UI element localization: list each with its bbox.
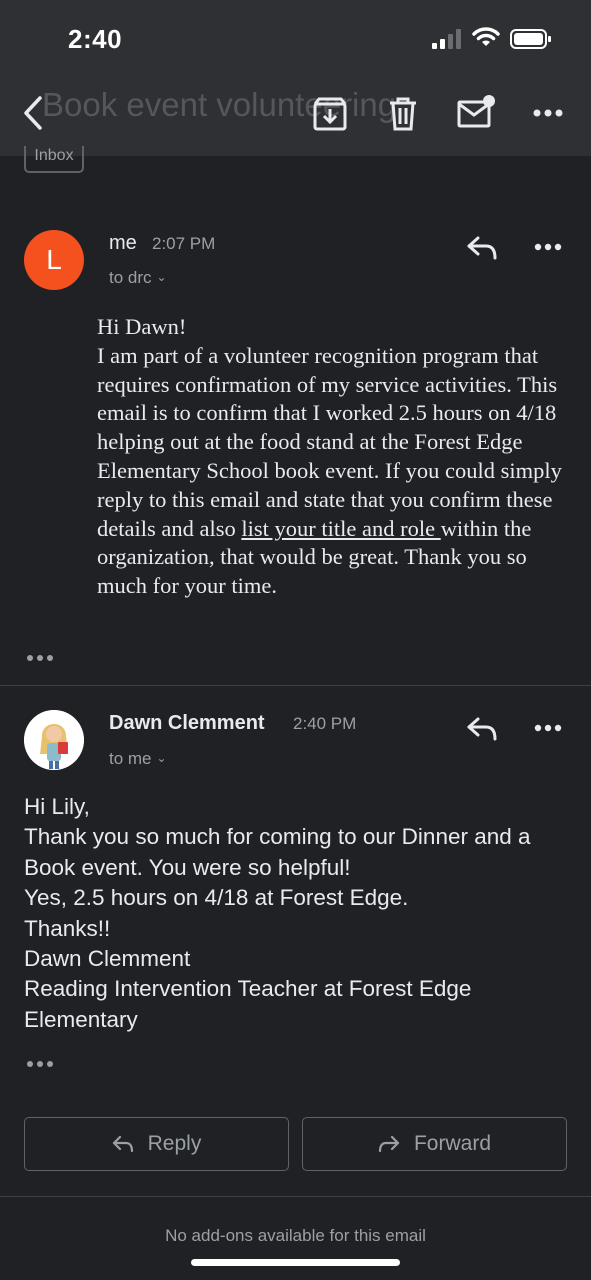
reply-icon[interactable] [466,235,498,261]
reply-label: Reply [147,1132,202,1155]
message-time: 2:07 PM [152,234,216,253]
message-body: Hi Lily, Thank you so much for coming to… [24,792,574,1035]
reply-icon[interactable] [466,716,498,742]
message-time: 2:40 PM [293,714,357,733]
archive-icon[interactable] [312,96,348,132]
signature-title: Reading Intervention Teacher at Forest E… [24,976,472,1032]
recipient-text: to drc [109,268,152,287]
addons-note: No add-ons available for this email [165,1226,426,1245]
body-paragraph: I am part of a volunteer recognition pro… [97,342,562,599]
show-trimmed-content-icon[interactable] [25,1059,55,1069]
forward-label: Forward [413,1132,492,1155]
mark-unread-icon[interactable] [456,94,496,130]
recipient-details[interactable]: to drc ⌄ [109,268,167,288]
inbox-label-chip[interactable]: Inbox [24,146,84,173]
chevron-down-icon: ⌄ [156,751,167,765]
more-options-icon[interactable] [534,242,562,252]
bitmoji-avatar-icon [24,710,84,770]
recipient-details[interactable]: to me ⌄ [109,749,167,769]
email-subject: Book event volunteering [42,86,397,123]
sender-name: me [109,232,137,254]
greeting: Hi Dawn! [97,314,187,339]
reply-icon [112,1135,133,1153]
more-options-icon[interactable] [532,106,564,120]
top-app-bar: 2:40 Book event volunteering [0,0,591,156]
chevron-down-icon: ⌄ [156,270,167,284]
home-indicator[interactable] [191,1259,400,1266]
trash-icon[interactable] [388,96,418,132]
body-line: Yes, 2.5 hours on 4/18 at Forest Edge. [24,885,409,911]
recipient-text: to me [109,749,152,768]
signature-name: Dawn Clemment [24,946,191,972]
reply-button[interactable]: Reply [24,1117,289,1171]
body-line: Thanks!! [24,915,111,941]
back-arrow-icon[interactable] [18,92,48,134]
body-line: Thank you so much for coming to our Dinn… [24,824,531,880]
avatar: L [24,230,84,290]
battery-icon [510,29,551,49]
body-line: Hi Lily, [24,794,90,819]
wifi-icon [472,27,500,46]
message-divider [0,685,591,686]
show-trimmed-content-icon[interactable] [25,653,55,663]
avatar [24,710,84,770]
forward-button[interactable]: Forward [302,1117,567,1171]
more-options-icon[interactable] [534,723,562,733]
forward-icon [378,1135,400,1153]
cellular-signal-icon [432,29,461,49]
sender-name: Dawn Clemment [109,712,265,734]
message-body: Hi Dawn! I am part of a volunteer recogn… [97,313,567,601]
footer-divider [0,1196,591,1197]
status-time: 2:40 [68,24,123,54]
